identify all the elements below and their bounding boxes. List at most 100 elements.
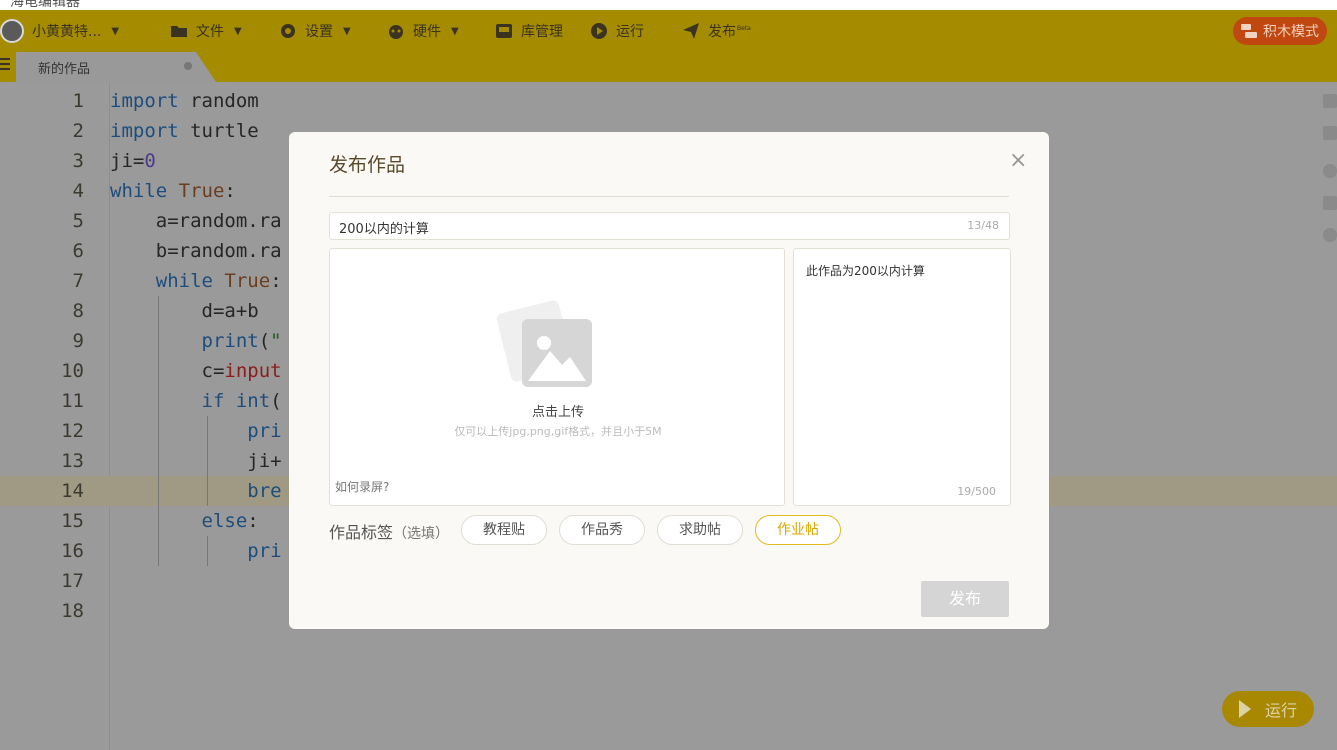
line-number: 8 [72, 300, 84, 322]
line-number: 6 [72, 240, 84, 262]
code-text: ji+ [110, 450, 282, 472]
work-name-input[interactable]: 200以内的计算 13/48 [329, 212, 1010, 240]
code-text: pri [247, 540, 282, 562]
image-placeholder-icon [522, 319, 592, 387]
chevron-down-icon: ▼ [111, 25, 120, 37]
undo-icon[interactable] [1323, 94, 1337, 108]
screen-record-help-link[interactable]: 如何录屏? [335, 478, 389, 495]
line-number: 3 [72, 150, 84, 172]
code-text: a=random.ra [110, 210, 282, 232]
tab-strip: 新的作品 [0, 52, 1337, 82]
play-icon [1238, 700, 1251, 718]
code-text: b=random.ra [110, 240, 282, 262]
tag-homework[interactable]: 作业帖 [755, 515, 841, 545]
inbox-icon [496, 24, 512, 38]
tags-label-text: 作品标签 [329, 523, 394, 542]
line-number: 14 [61, 480, 84, 502]
code-text: c=input [110, 360, 282, 382]
publish-toolbar-button[interactable]: 发布 Beta [682, 10, 751, 52]
cover-upload-area[interactable]: 点击上传 仅可以上传jpg,png,gif格式，并且小于5M 如何录屏? [329, 248, 785, 506]
line-number: 2 [72, 120, 84, 142]
settings-menu[interactable]: 设置 ▼ [279, 10, 351, 52]
code-text: bre [247, 480, 282, 502]
code-text: if int( [201, 390, 282, 412]
tab-label: 新的作品 [38, 62, 91, 77]
code-text: d=a+b [110, 300, 259, 322]
code-text: print(" [201, 330, 282, 352]
work-name-value: 200以内的计算 [339, 222, 429, 237]
user-menu[interactable]: 小黄黄特... ▼ [0, 10, 119, 52]
file-menu[interactable]: 文件 ▼ [170, 10, 242, 52]
tab-new-work[interactable]: 新的作品 [16, 52, 216, 82]
paper-plane-icon [683, 23, 699, 39]
library-button[interactable]: 库管理 [495, 10, 563, 52]
reset-zoom-icon[interactable] [1323, 196, 1337, 210]
line-number: 11 [61, 390, 84, 412]
publish-button[interactable]: 发布 [921, 581, 1009, 617]
blocks-mode-label: 积木模式 [1263, 24, 1319, 40]
chevron-down-icon: ▼ [234, 25, 242, 37]
code-text: while True: [110, 180, 236, 202]
tags-label: 作品标签（选填） [329, 519, 449, 543]
tag-showcase[interactable]: 作品秀 [559, 515, 645, 545]
menu-icon[interactable] [0, 58, 10, 74]
indent-guide [207, 536, 208, 566]
upload-hint: 仅可以上传jpg,png,gif格式，并且小于5M [454, 425, 662, 438]
code-text: while True: [155, 270, 282, 292]
description-counter: 19/500 [957, 485, 996, 498]
tag-help[interactable]: 求助帖 [657, 515, 743, 545]
chevron-down-icon: ▼ [451, 25, 459, 37]
play-circle-icon [591, 23, 607, 39]
line-number: 5 [72, 210, 84, 232]
close-icon[interactable]: × [1009, 150, 1027, 172]
code-text: import random [110, 90, 259, 112]
run-button-label: 运行 [1264, 701, 1297, 720]
settings-menu-label: 设置 [305, 24, 333, 40]
unsaved-dot-icon [184, 62, 192, 70]
avatar [0, 19, 24, 43]
divider [329, 196, 1009, 197]
line-number: 17 [61, 570, 84, 592]
line-number: 7 [72, 270, 84, 292]
tags-optional-text: （选填） [393, 526, 450, 542]
file-menu-label: 文件 [196, 24, 224, 40]
tag-tutorial[interactable]: 教程贴 [461, 515, 547, 545]
code-line: 1 import random [0, 86, 1337, 116]
line-number: 18 [61, 600, 84, 622]
zoom-out-icon[interactable] [1323, 228, 1337, 242]
line-number: 16 [61, 540, 84, 562]
indent-guide [158, 296, 159, 566]
line-number: 10 [61, 360, 84, 382]
window-title-bar: 海龟编辑器 [0, 0, 1337, 10]
window-title: 海龟编辑器 [10, 0, 80, 10]
blocks-mode-button[interactable]: 积木模式 [1233, 17, 1327, 45]
user-name: 小黄黄特... [32, 24, 102, 40]
run-toolbar-label: 运行 [616, 24, 644, 40]
gear-icon [281, 24, 295, 38]
publish-dialog: 发布作品 × 200以内的计算 13/48 点击上传 仅可以上传jpg,png,… [289, 132, 1049, 629]
indent-guide [207, 416, 208, 506]
run-button[interactable]: 运行 [1222, 691, 1314, 727]
line-number: 4 [72, 180, 84, 202]
hardware-menu[interactable]: 硬件 ▼ [387, 10, 459, 52]
line-number: 15 [61, 510, 84, 532]
code-text: import turtle [110, 120, 259, 142]
redo-icon[interactable] [1323, 126, 1337, 140]
main-toolbar: 小黄黄特... ▼ 文件 ▼ 设置 ▼ 硬件 ▼ 库管理 运行 发布 Beta … [0, 10, 1337, 52]
work-name-counter: 13/48 [967, 219, 999, 232]
upload-title: 点击上传 [531, 405, 584, 420]
code-text: pri [247, 420, 282, 442]
dialog-title: 发布作品 [329, 154, 406, 176]
folder-icon [171, 26, 187, 37]
beta-badge: Beta [737, 24, 751, 32]
run-toolbar-button[interactable]: 运行 [590, 10, 644, 52]
zoom-in-icon[interactable] [1323, 164, 1337, 178]
code-text: else: [201, 510, 259, 532]
line-number: 13 [61, 450, 84, 472]
line-number: 9 [72, 330, 84, 352]
description-textarea[interactable]: 此作品为200以内计算 19/500 [793, 248, 1011, 506]
line-number: 1 [72, 90, 84, 112]
publish-toolbar-label: 发布 [708, 24, 736, 40]
line-number: 12 [61, 420, 84, 442]
blocks-icon [1241, 24, 1257, 38]
